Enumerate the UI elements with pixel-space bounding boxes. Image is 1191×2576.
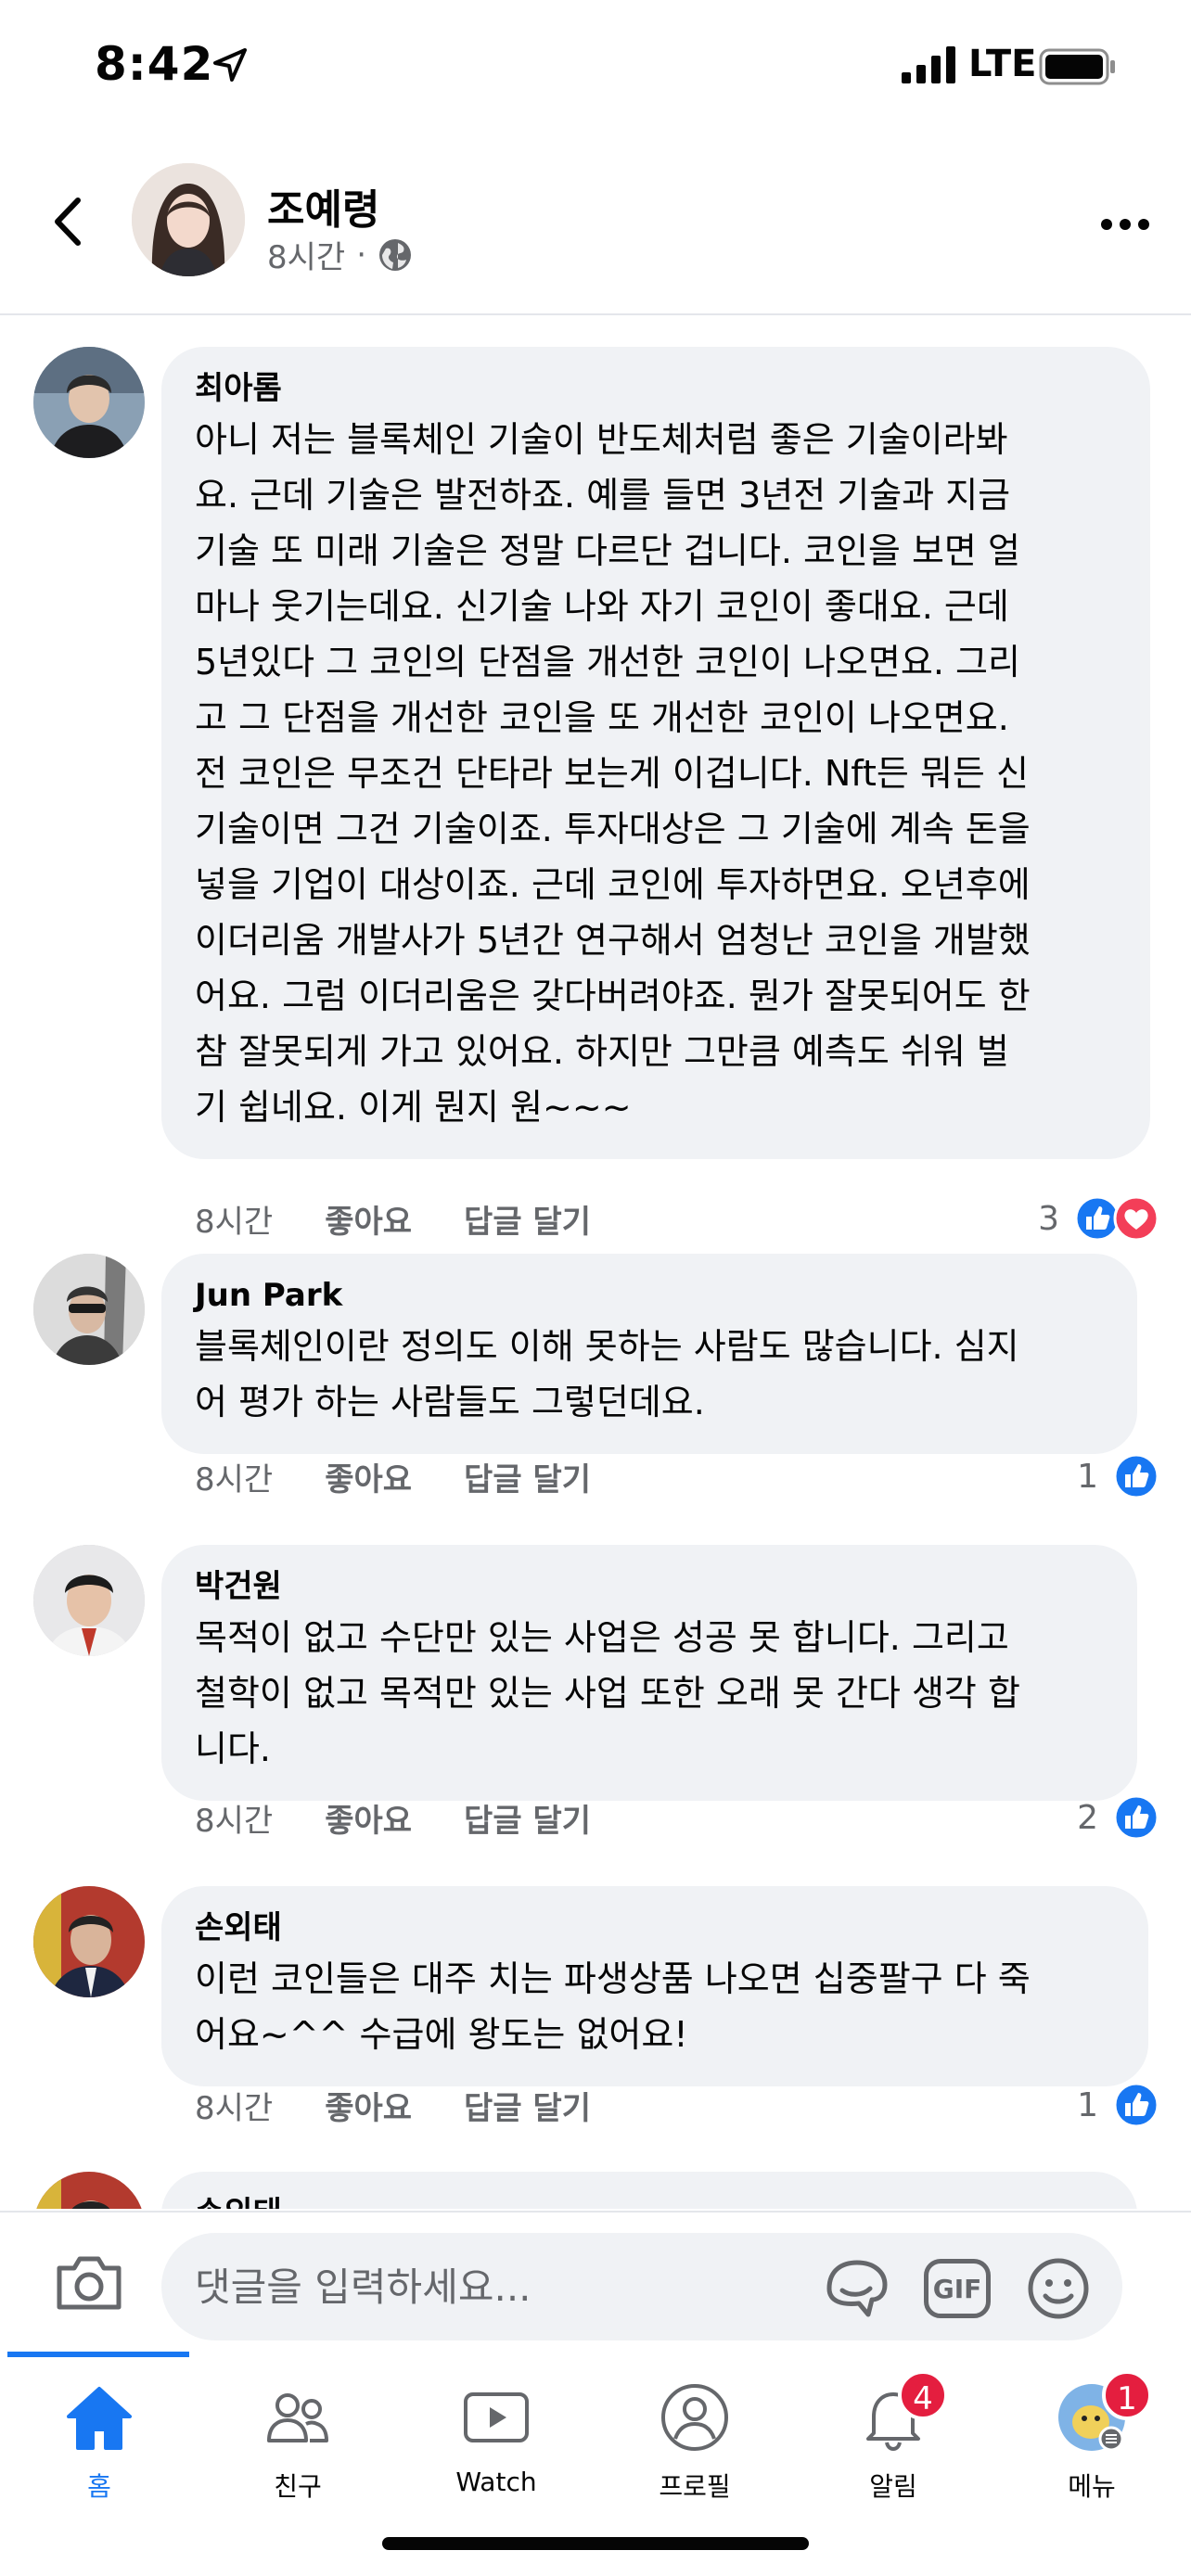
tab-menu[interactable]: 1 메뉴 [1013,2370,1171,2528]
reply-button[interactable]: 답글 달기 [464,1454,591,1499]
comment-bubble[interactable]: 박건원 목적이 없고 수단만 있는 사업은 성공 못 합니다. 그리고 철학이 … [161,1545,1137,1801]
friends-icon [267,2393,328,2442]
comment-time: 8시간 [195,2089,274,2127]
poster-name[interactable]: 조예령 [267,176,379,236]
home-indicator [382,2537,809,2550]
camera-icon[interactable] [54,2251,124,2313]
tab-watch[interactable]: Watch [417,2379,575,2528]
reply-button[interactable]: 답글 달기 [464,1196,591,1242]
commenter-avatar[interactable] [33,2172,145,2209]
comment-composer: GIF [0,2211,1191,2350]
comment-author[interactable]: 박건원 [195,1567,1104,1606]
like-button[interactable]: 좋아요 [325,1454,412,1499]
comment-time: 8시간 [195,1203,274,1241]
signal-strength-icon [902,46,955,83]
like-icon [1113,1453,1159,1499]
globe-icon [379,238,412,271]
reply-button[interactable]: 답글 달기 [464,1795,591,1841]
tab-label: 프로필 [659,2471,731,2502]
comment-time: 8시간 [195,1460,274,1498]
tab-label: 홈 [87,2471,111,2502]
reaction-summary[interactable]: 1 [1077,1450,1159,1502]
comment-author[interactable]: 손외태 [195,1908,1115,1947]
commenter-avatar[interactable] [33,1886,145,1997]
active-tab-indicator [7,2352,189,2357]
like-icon [1113,2082,1159,2128]
profile-icon [661,2384,728,2451]
sticker-icon[interactable] [822,2257,890,2320]
tab-notifications[interactable]: 4 알림 [814,2370,972,2528]
gif-icon[interactable]: GIF [924,2259,991,2318]
reply-button[interactable]: 답글 달기 [464,2083,591,2128]
comment-actions: 8시간 좋아요 답글 달기 [195,1192,643,1244]
comment-author[interactable]: Jun Park [195,1276,1104,1315]
home-icon [67,2387,132,2450]
comment-list[interactable]: 최아롬 아니 저는 블록체인 기술이 반도체처럼 좋은 기술이라봐 요. 근데 … [0,317,1191,2209]
like-button[interactable]: 좋아요 [325,2083,412,2128]
tab-label: Watch [455,2467,537,2497]
menu-badge: 1 [1102,2370,1152,2420]
battery-icon [1039,48,1115,85]
emoji-icon[interactable] [1024,2257,1093,2320]
tab-friends[interactable]: 친구 [219,2379,377,2528]
comment-time: 8시간 [195,1802,274,1840]
like-icon [1113,1794,1159,1841]
reaction-summary[interactable]: 1 [1077,2079,1159,2131]
reaction-summary[interactable]: 3 [1038,1192,1159,1244]
comment-actions: 8시간 좋아요 답글 달기 [195,1792,643,1843]
reaction-count: 3 [1038,1199,1059,1238]
comment-bubble[interactable]: 최아롬 아니 저는 블록체인 기술이 반도체처럼 좋은 기술이라봐 요. 근데 … [161,347,1150,1159]
reaction-summary[interactable]: 2 [1077,1792,1159,1843]
post-header: 조예령 8시간 · [0,139,1191,315]
comment-text: 이런 코인들은 대주 치는 파생상품 나오면 십중팔구 다 죽 어요~^^ 수급… [195,1958,1031,2055]
like-button[interactable]: 좋아요 [325,1196,412,1242]
commenter-avatar[interactable] [33,1545,145,1656]
tab-home[interactable]: 홈 [20,2379,178,2528]
post-meta: 8시간 · [267,232,413,277]
location-arrow-icon [213,48,247,82]
love-icon [1113,1195,1159,1242]
meta-separator: · [356,236,367,274]
poster-avatar[interactable] [132,163,245,276]
comment-text: 아니 저는 블록체인 기술이 반도체처럼 좋은 기술이라봐 요. 근데 기술은 … [195,419,1031,1128]
more-options-icon[interactable] [1100,213,1150,236]
back-arrow-icon[interactable] [45,189,91,254]
like-button[interactable]: 좋아요 [325,1795,412,1841]
comment-text: 블록체인이란 정의도 이해 못하는 사람도 많습니다. 심지 어 평가 하는 사… [195,1326,1019,1422]
comment-actions: 8시간 좋아요 답글 달기 [195,2079,643,2131]
comment-author[interactable]: 손외태 [195,2194,1104,2209]
status-time: 8:42 [95,37,214,91]
tab-label: 메뉴 [1068,2471,1116,2502]
comment-bubble[interactable]: Jun Park 블록체인이란 정의도 이해 못하는 사람도 많습니다. 심지 … [161,1254,1137,1454]
comment-actions: 8시간 좋아요 답글 달기 [195,1450,643,1502]
gif-label: GIF [932,2273,982,2304]
comment-author[interactable]: 최아롬 [195,369,1117,408]
comment-bubble[interactable]: 손외태 이런 코인들은 대주 치는 파생상품 나오면 십중팔구 다 죽 어요~^… [161,1886,1148,2086]
status-bar: 8:42 LTE [0,0,1191,139]
tab-profile[interactable]: 프로필 [616,2379,774,2528]
comment-text: 목적이 없고 수단만 있는 사업은 성공 못 합니다. 그리고 철학이 없고 목… [195,1617,1020,1769]
post-time: 8시간 [267,239,346,276]
watch-icon [464,2392,529,2442]
reaction-count: 1 [1077,1457,1098,1496]
comment-bubble[interactable]: 손외태 [161,2172,1137,2209]
reaction-count: 2 [1077,1798,1098,1837]
tab-label: 친구 [274,2471,322,2502]
tab-label: 알림 [869,2471,917,2502]
reaction-count: 1 [1077,2085,1098,2124]
commenter-avatar[interactable] [33,347,145,458]
network-type: LTE [968,43,1037,85]
commenter-avatar[interactable] [33,1254,145,1365]
notification-badge: 4 [898,2370,948,2420]
